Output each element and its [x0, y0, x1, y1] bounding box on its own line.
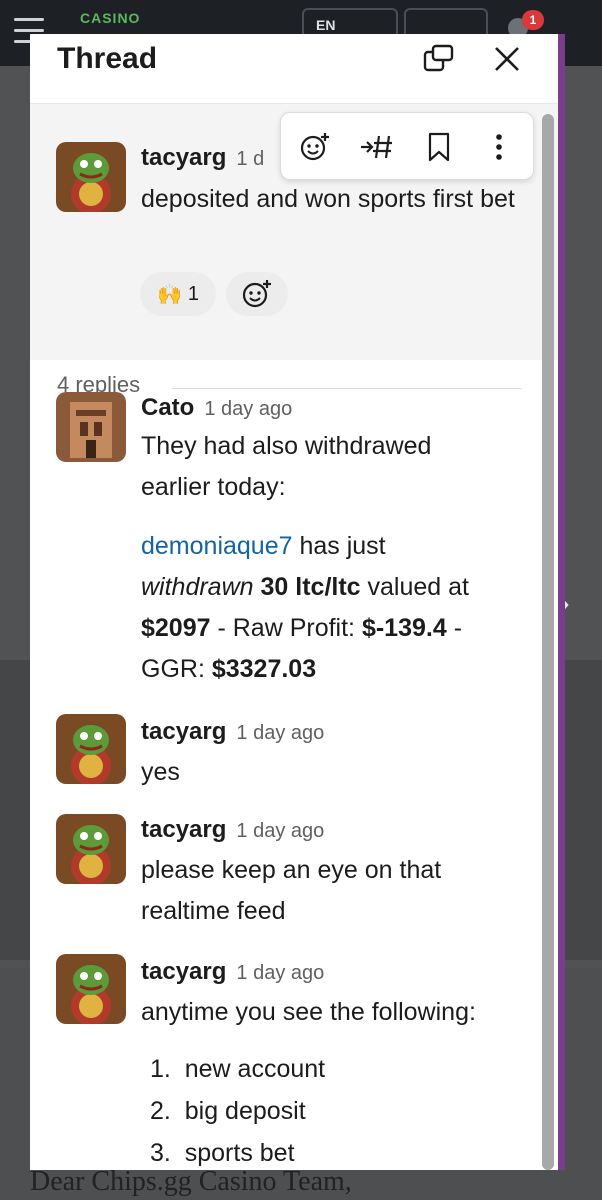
- avatar[interactable]: [56, 142, 126, 212]
- message-text: They had also withdrawed earlier today:: [141, 432, 432, 501]
- avatar[interactable]: [56, 954, 126, 1024]
- list-item: 3. sports bet: [150, 1139, 295, 1167]
- ordered-list: 1. new account 2. big deposit 3. sports …: [150, 1048, 325, 1170]
- message-timestamp[interactable]: 1 d: [236, 148, 264, 170]
- reaction-count: 1: [187, 282, 200, 305]
- list-item: 1. new account: [150, 1055, 326, 1083]
- message-author[interactable]: tacyarg 1 d: [141, 144, 264, 172]
- message-author[interactable]: tacyarg 1 day ago: [141, 958, 324, 986]
- avatar[interactable]: [56, 814, 126, 884]
- thread-header: Thread: [30, 34, 558, 104]
- thread-title: Thread: [57, 42, 158, 75]
- message-timestamp[interactable]: 1 day ago: [236, 722, 324, 744]
- avatar[interactable]: [56, 392, 126, 462]
- list-item: 2. big deposit: [150, 1097, 306, 1125]
- background-footer-text: Dear Chips.gg Casino Team,: [30, 1166, 352, 1197]
- message-timestamp[interactable]: 1 day ago: [236, 962, 324, 984]
- forward-to-channel-icon[interactable]: [357, 127, 397, 167]
- notification-badge: 1: [522, 10, 544, 30]
- close-icon[interactable]: [490, 42, 524, 76]
- replies-divider: [172, 388, 522, 389]
- message-actions-toolbar: [280, 112, 534, 180]
- expand-window-icon[interactable]: [422, 42, 456, 76]
- quoted-feed-text: demoniaque7 has just withdrawn 30 ltc/lt…: [141, 532, 469, 683]
- message-author[interactable]: Cato 1 day ago: [141, 394, 292, 422]
- raised-hands-emoji: 🙌: [156, 283, 182, 306]
- scrollbar[interactable]: [542, 114, 554, 1170]
- message-text: deposited and won sports first bet: [141, 185, 515, 213]
- reaction-raised-hands[interactable]: 🙌 1: [140, 272, 216, 316]
- add-reaction-button[interactable]: [226, 272, 288, 316]
- message-timestamp[interactable]: 1 day ago: [204, 398, 292, 420]
- add-reaction-icon[interactable]: [295, 127, 335, 167]
- message-author[interactable]: tacyarg 1 day ago: [141, 718, 324, 746]
- more-actions-icon[interactable]: [479, 127, 519, 167]
- message-author[interactable]: tacyarg 1 day ago: [141, 816, 324, 844]
- avatar[interactable]: [56, 714, 126, 784]
- message-text: yes: [141, 758, 180, 786]
- thread-panel: Thread tacyarg 1 d deposited and won spor…: [30, 34, 565, 1170]
- user-mention-link[interactable]: demoniaque7: [141, 532, 293, 560]
- message-text: please keep an eye on that realtime feed: [141, 856, 442, 925]
- message-text: anytime you see the following:: [141, 998, 476, 1026]
- add-reaction-icon: [242, 280, 271, 308]
- message-timestamp[interactable]: 1 day ago: [236, 820, 324, 842]
- bookmark-icon[interactable]: [419, 127, 459, 167]
